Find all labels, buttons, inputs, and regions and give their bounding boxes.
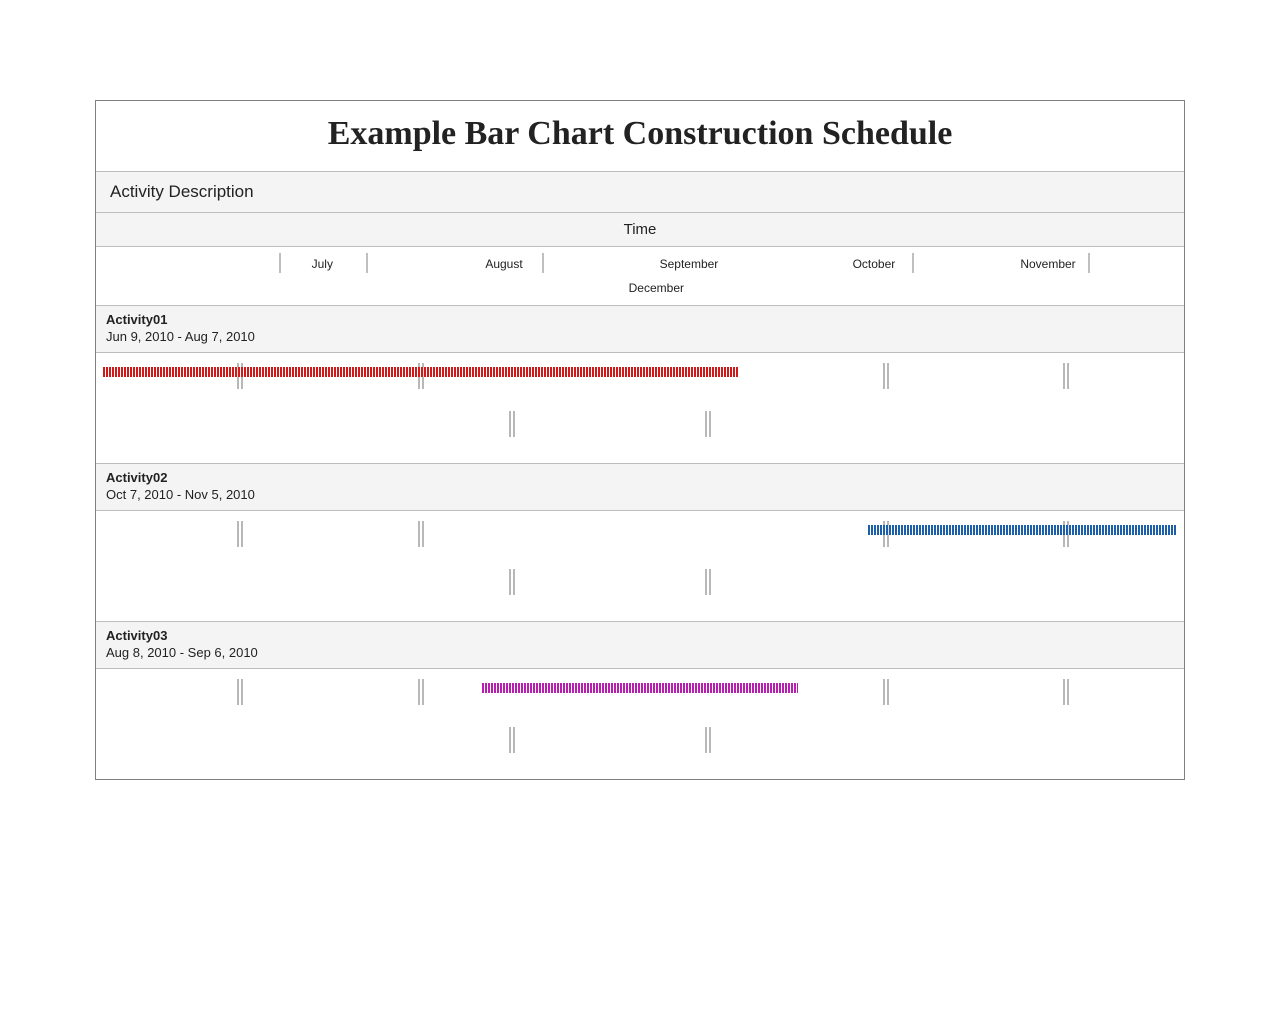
activity-date-range: Jun 9, 2010 - Aug 7, 2010	[106, 329, 1174, 344]
timeline-tick	[883, 679, 889, 705]
timeline-tick	[883, 363, 889, 389]
timeline-tick	[705, 411, 711, 437]
month-tick	[542, 253, 544, 273]
activities-container: Activity01Jun 9, 2010 - Aug 7, 2010Activ…	[96, 306, 1184, 779]
timeline-tick	[509, 727, 515, 753]
timeline-tick	[237, 679, 243, 705]
months-axis: July August September October November Decemb…	[96, 247, 1184, 306]
timeline-tick	[1063, 363, 1069, 389]
timeline-tick	[705, 569, 711, 595]
timeline-tick	[237, 521, 243, 547]
timeline-tick	[509, 569, 515, 595]
activity-block: Activity02 Oct 7, 2010 - Nov 5, 2010	[96, 464, 1184, 622]
activity-description-header: Activity Description	[96, 172, 1184, 213]
activity-name: Activity01	[106, 312, 1174, 327]
activity-date-range: Oct 7, 2010 - Nov 5, 2010	[106, 487, 1174, 502]
month-label: November	[1020, 257, 1075, 271]
gantt-bar	[103, 367, 738, 377]
page-title: Example Bar Chart Construction Schedule	[96, 101, 1184, 172]
month-label: December	[629, 281, 684, 295]
month-tick	[366, 253, 368, 273]
activity-block: Activity03 Aug 8, 2010 - Sep 6, 2010	[96, 622, 1184, 779]
activity-name: Activity03	[106, 628, 1174, 643]
month-label: July	[312, 257, 333, 271]
schedule-frame: Example Bar Chart Construction Schedule …	[95, 100, 1185, 780]
timeline-tick	[509, 411, 515, 437]
activity-header: Activity02 Oct 7, 2010 - Nov 5, 2010	[96, 464, 1184, 511]
gantt-bar	[868, 525, 1177, 535]
month-label: October	[853, 257, 896, 271]
activity-date-range: Aug 8, 2010 - Sep 6, 2010	[106, 645, 1174, 660]
activity-name: Activity02	[106, 470, 1174, 485]
timeline-tick	[705, 727, 711, 753]
activity-timeline	[96, 669, 1184, 779]
timeline-tick	[418, 679, 424, 705]
month-tick	[912, 253, 914, 273]
activity-timeline	[96, 353, 1184, 464]
month-label: September	[660, 257, 719, 271]
gantt-bar	[482, 683, 798, 693]
activity-block: Activity01 Jun 9, 2010 - Aug 7, 2010	[96, 306, 1184, 464]
timeline-tick	[1063, 679, 1069, 705]
time-header: Time	[96, 213, 1184, 247]
month-label: August	[485, 257, 522, 271]
timeline-tick	[418, 521, 424, 547]
activity-header: Activity03 Aug 8, 2010 - Sep 6, 2010	[96, 622, 1184, 669]
activity-timeline	[96, 511, 1184, 622]
month-tick	[279, 253, 281, 273]
month-tick	[1088, 253, 1090, 273]
activity-header: Activity01 Jun 9, 2010 - Aug 7, 2010	[96, 306, 1184, 353]
